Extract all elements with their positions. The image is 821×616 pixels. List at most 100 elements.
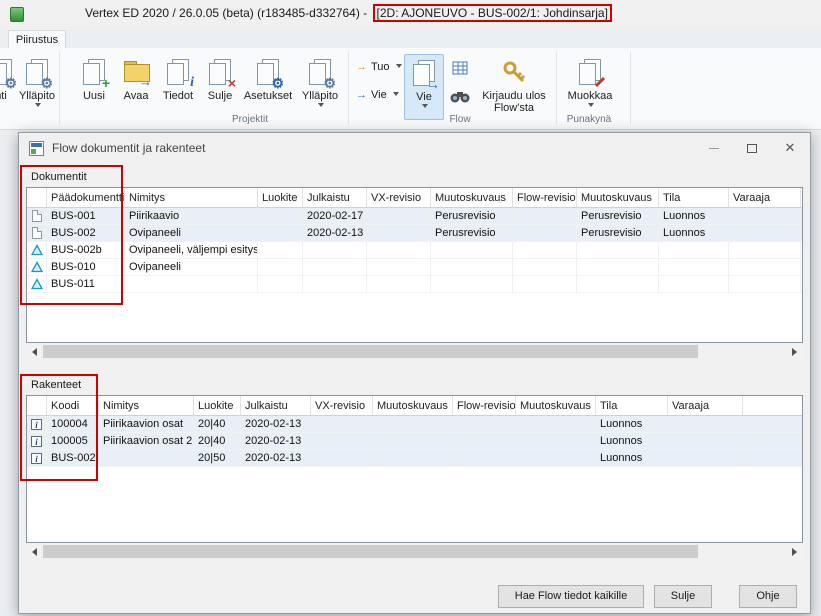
scroll-left-button[interactable] xyxy=(26,343,43,360)
ribbon-button-label: Vie xyxy=(371,89,387,101)
redline-edit-icon xyxy=(562,56,618,88)
chevron-down-icon xyxy=(35,103,41,110)
column-header[interactable]: Tila xyxy=(596,396,668,415)
column-header[interactable]: Koodi xyxy=(47,396,99,415)
scrollbar-track[interactable] xyxy=(43,343,786,360)
table-row[interactable]: BUS-001Piirikaavio2020-02-17Perusrevisio… xyxy=(27,208,802,225)
ribbon-button-label: nti xyxy=(0,90,16,102)
column-header[interactable]: Muutoskuvaus xyxy=(373,396,453,415)
table-row[interactable]: BUS-002Ovipaneeli2020-02-13PerusrevisioP… xyxy=(27,225,802,242)
binoculars-icon xyxy=(449,90,471,104)
table-cell xyxy=(668,433,743,449)
minimize-button[interactable] xyxy=(695,134,733,162)
scrollbar-track[interactable] xyxy=(43,543,786,560)
ribbon-uusi-button[interactable]: + Uusi xyxy=(74,54,114,120)
chevron-down-icon xyxy=(393,92,399,99)
row-icon-cell: i xyxy=(27,433,47,449)
column-header[interactable]: Luokite xyxy=(258,188,303,207)
ribbon-button-label: Ylläpito xyxy=(302,90,338,102)
document-icon xyxy=(32,210,42,222)
scroll-right-button[interactable] xyxy=(786,543,803,560)
column-header[interactable]: Varaaja xyxy=(729,188,801,207)
column-header[interactable]: Luokite xyxy=(194,396,241,415)
column-header[interactable]: Julkaistu xyxy=(303,188,367,207)
table-row[interactable]: BUS-010Ovipaneeli xyxy=(27,259,802,276)
scroll-left-button[interactable] xyxy=(26,543,43,560)
column-header[interactable] xyxy=(743,396,803,415)
ribbon-avaa-button[interactable]: → Avaa xyxy=(116,54,156,120)
column-header[interactable]: Päädokumentti xyxy=(47,188,125,207)
table-row[interactable]: BUS-002bOvipaneeli, väljempi esitys xyxy=(27,242,802,259)
ribbon-muokkaa-button[interactable]: Muokkaa xyxy=(562,54,618,120)
fetch-flow-data-button[interactable]: Hae Flow tiedot kaikille xyxy=(498,585,644,608)
chevron-down-icon xyxy=(588,103,594,110)
documents-section-label: Dokumentit xyxy=(31,171,87,183)
column-header[interactable]: Nimitys xyxy=(99,396,194,415)
table-row[interactable]: i100004Piirikaavion osat20|402020-02-13L… xyxy=(27,416,802,433)
column-header[interactable]: Julkaistu xyxy=(241,396,311,415)
structures-hscrollbar xyxy=(26,543,803,560)
ribbon-cutoff-button[interactable]: ⚙ nti xyxy=(0,54,16,120)
table-cell xyxy=(743,450,803,466)
column-header[interactable]: VX-revisio xyxy=(367,188,431,207)
row-icon-cell xyxy=(27,225,47,241)
table-cell: Ovipaneeli xyxy=(125,225,258,241)
ribbon-asetukset-button[interactable]: ⚙ Asetukset xyxy=(241,54,295,120)
column-header[interactable]: Muutoskuvaus xyxy=(577,188,659,207)
table-row[interactable]: BUS-011 xyxy=(27,276,802,293)
column-header[interactable]: Nimitys xyxy=(125,188,258,207)
ribbon-table-button[interactable] xyxy=(448,56,472,80)
row-icon-cell: i xyxy=(27,416,47,432)
table-cell xyxy=(659,259,729,275)
column-header[interactable]: Varaaja xyxy=(668,396,743,415)
minimize-icon xyxy=(709,148,719,149)
ribbon-yllapito-left-button[interactable]: ⚙ Ylläpito xyxy=(16,54,58,120)
maximize-button[interactable] xyxy=(733,134,771,162)
column-header[interactable]: Flow-revisio xyxy=(453,396,516,415)
row-icon-cell xyxy=(27,242,47,258)
column-header[interactable]: VX-revisio xyxy=(311,396,373,415)
ribbon-search-button[interactable] xyxy=(446,86,474,108)
table-cell xyxy=(659,276,729,292)
ribbon-vie-button-active[interactable]: → Vie xyxy=(404,54,444,120)
column-header[interactable] xyxy=(27,188,47,207)
table-cell xyxy=(729,208,801,224)
column-header[interactable]: Muutoskuvaus xyxy=(516,396,596,415)
table-cell xyxy=(303,259,367,275)
column-header[interactable]: Flow-revisio xyxy=(513,188,577,207)
close-button[interactable]: ✕ xyxy=(771,134,809,162)
close-icon: ✕ xyxy=(785,140,796,156)
close-dialog-button[interactable]: Sulje xyxy=(654,585,712,608)
ribbon-tiedot-button[interactable]: i Tiedot xyxy=(157,54,199,120)
column-header[interactable] xyxy=(27,396,47,415)
ribbon-vie-small-button[interactable]: → Vie xyxy=(352,84,403,106)
pages-icon: ⚙ xyxy=(0,56,16,88)
table-row[interactable]: i100005Piirikaavion osat 220|402020-02-1… xyxy=(27,433,802,450)
scrollbar-thumb[interactable] xyxy=(43,345,698,358)
column-header[interactable]: Muutoskuvaus xyxy=(431,188,513,207)
tab-piirustus[interactable]: Piirustus xyxy=(8,30,66,49)
scrollbar-thumb[interactable] xyxy=(43,545,698,558)
table-cell xyxy=(303,276,367,292)
ribbon-sulje-button[interactable]: × Sulje xyxy=(200,54,240,120)
ribbon-tuo-button[interactable]: → Tuo xyxy=(352,56,406,78)
open-folder-icon: → xyxy=(116,56,156,88)
ribbon-yllapito-button[interactable]: ⚙ Ylläpito xyxy=(296,54,344,120)
table-cell xyxy=(743,433,803,449)
table-cell: 2020-02-13 xyxy=(241,433,311,449)
ribbon-button-label: Uusi xyxy=(74,90,114,102)
column-header[interactable]: Tila xyxy=(659,188,729,207)
documents-table[interactable]: PäädokumenttiNimitysLuokiteJulkaistuVX-r… xyxy=(26,187,803,343)
ribbon-logout-button[interactable]: Kirjaudu ulosFlow'sta xyxy=(478,54,550,120)
table-cell xyxy=(577,259,659,275)
table-row[interactable]: iBUS-00220|502020-02-13Luonnos xyxy=(27,450,802,467)
ribbon-button-label: Avaa xyxy=(116,90,156,102)
help-button[interactable]: Ohje xyxy=(739,585,797,608)
table-cell: Perusrevisio xyxy=(431,208,513,224)
table-cell xyxy=(729,225,801,241)
structures-table[interactable]: KoodiNimitysLuokiteJulkaistuVX-revisioMu… xyxy=(26,395,803,543)
scroll-right-button[interactable] xyxy=(786,343,803,360)
ribbon-group-projektit: Projektit xyxy=(180,114,320,125)
table-cell xyxy=(258,259,303,275)
dialog-icon xyxy=(29,141,44,156)
